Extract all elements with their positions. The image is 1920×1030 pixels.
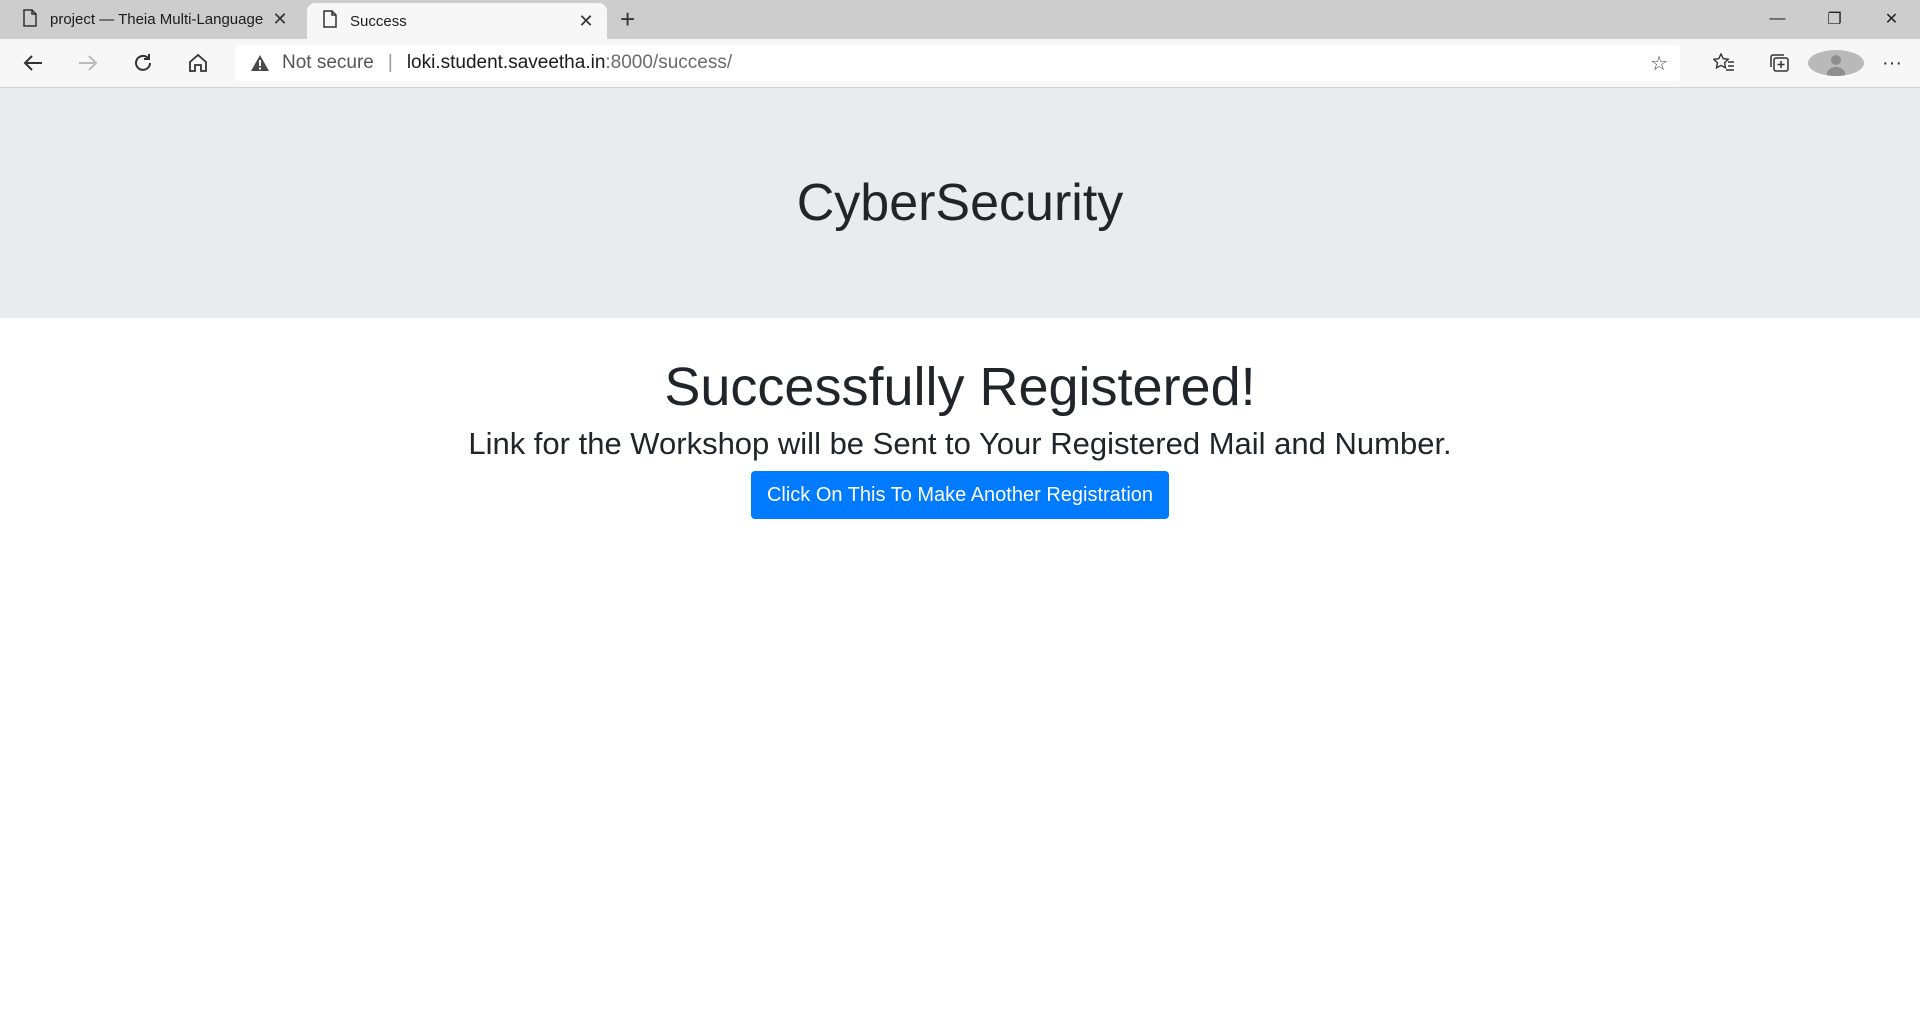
avatar [1808, 50, 1864, 76]
new-tab-icon[interactable]: + [620, 4, 635, 35]
page-title: Successfully Registered! [664, 357, 1256, 417]
tab-project[interactable]: project — Theia Multi-Language ✕ [0, 0, 305, 39]
jumbotron-header: CyberSecurity [0, 88, 1920, 318]
page-icon [22, 8, 38, 31]
minimize-icon[interactable]: — [1749, 0, 1806, 37]
home-icon[interactable] [176, 41, 220, 85]
tab-success[interactable]: Success ✕ [307, 3, 607, 39]
close-window-icon[interactable]: ✕ [1863, 0, 1920, 37]
tab-title: Success [350, 12, 407, 30]
tab-title: project — Theia Multi-Language [50, 11, 264, 28]
restore-icon[interactable]: ❐ [1806, 0, 1863, 37]
favorites-icon[interactable] [1696, 53, 1752, 73]
page-subtitle: Link for the Workshop will be Sent to Yo… [468, 426, 1452, 462]
url-host: loki.student.saveetha.in [406, 52, 606, 73]
page-icon [322, 10, 338, 32]
add-favorite-icon[interactable]: ☆ [1650, 51, 1668, 76]
more-options-icon[interactable]: ··· [1864, 52, 1920, 75]
close-icon[interactable]: ✕ [571, 11, 601, 32]
url-path: :8000/success/ [605, 52, 733, 73]
security-label[interactable]: Not secure [282, 52, 374, 74]
collections-icon[interactable] [1752, 53, 1808, 73]
back-icon[interactable] [11, 41, 55, 85]
window-controls: — ❐ ✕ [1749, 0, 1920, 37]
refresh-icon[interactable] [121, 41, 165, 85]
toolbar-right: ··· [1696, 39, 1920, 87]
main-content: Successfully Registered! Link for the Wo… [0, 318, 1920, 519]
address-bar[interactable]: Not secure | loki.student.saveetha.in:80… [235, 45, 1680, 81]
warning-icon[interactable] [250, 54, 272, 72]
forward-icon[interactable] [66, 41, 110, 85]
site-brand: CyberSecurity [796, 174, 1124, 232]
navigation-bar: Not secure | loki.student.saveetha.in:80… [0, 39, 1920, 88]
close-icon[interactable]: ✕ [265, 9, 295, 30]
profile-avatar[interactable] [1808, 50, 1864, 76]
tab-strip: project — Theia Multi-Language ✕ Success… [0, 0, 1920, 39]
new-registration-button[interactable]: Click On This To Make Another Registrati… [750, 470, 1170, 519]
url-divider: | [387, 52, 393, 73]
